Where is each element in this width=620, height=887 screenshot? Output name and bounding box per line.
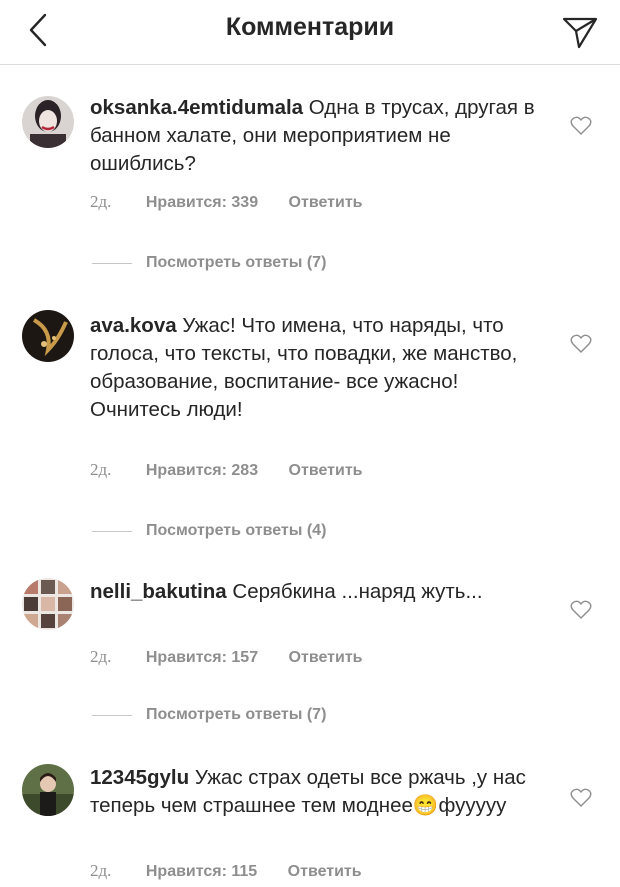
avatar[interactable] — [22, 764, 74, 816]
heart-icon[interactable] — [570, 788, 592, 808]
reply-button[interactable]: Ответить — [289, 462, 363, 479]
comment-body: Серябкина ...наряд жуть... — [232, 580, 483, 603]
reply-button[interactable]: Ответить — [289, 649, 363, 666]
comment-text: 12345gylu Ужас страх одеты все ржачь ,у … — [90, 764, 540, 820]
divider — [92, 530, 132, 532]
avatar[interactable] — [22, 96, 74, 148]
heart-icon[interactable] — [570, 334, 592, 354]
comment-meta: 2д. Нравится: 115 Ответить — [90, 861, 388, 881]
avatar[interactable] — [22, 578, 74, 630]
like-count[interactable]: Нравится: 339 — [146, 194, 258, 211]
comment-meta: 2д. Нравится: 157 Ответить — [90, 647, 388, 667]
header-bar: Комментарии — [0, 0, 620, 65]
comment-meta: 2д. Нравится: 283 Ответить — [90, 460, 388, 480]
page-title: Комментарии — [225, 13, 395, 41]
view-replies-button[interactable]: Посмотреть ответы (7) — [92, 252, 326, 274]
comment-username[interactable]: oksanka.4emtidumala — [90, 96, 303, 119]
view-replies-label: Посмотреть ответы (7) — [146, 254, 327, 271]
comment-username[interactable]: ava.kova — [90, 314, 177, 337]
comment-body-end: фууууу — [438, 794, 507, 817]
comment-username[interactable]: nelli_bakutina — [90, 580, 227, 603]
view-replies-label: Посмотреть ответы (7) — [146, 706, 327, 723]
heart-icon[interactable] — [570, 600, 592, 620]
view-replies-button[interactable]: Посмотреть ответы (7) — [92, 704, 326, 726]
heart-icon[interactable] — [570, 116, 592, 136]
reply-button[interactable]: Ответить — [289, 194, 363, 211]
divider — [92, 714, 132, 716]
like-count[interactable]: Нравится: 157 — [146, 649, 258, 666]
send-button[interactable] — [560, 12, 600, 52]
grinning-emoji-icon: 😁 — [412, 794, 439, 817]
comment-time: 2д. — [90, 460, 112, 479]
view-replies-label: Посмотреть ответы (4) — [146, 522, 327, 539]
comment-meta: 2д. Нравится: 339 Ответить — [90, 192, 388, 212]
view-replies-button[interactable]: Посмотреть ответы (4) — [92, 520, 326, 542]
comment-text: ava.kova Ужас! Что имена, что наряды, чт… — [90, 312, 540, 424]
divider — [92, 262, 132, 264]
comment-time: 2д. — [90, 192, 112, 211]
comment-username[interactable]: 12345gylu — [90, 766, 189, 789]
comment-text: oksanka.4emtidumala Одна в трусах, друга… — [90, 94, 540, 178]
send-icon — [562, 17, 598, 49]
reply-button[interactable]: Ответить — [288, 863, 362, 880]
comment-time: 2д. — [90, 647, 112, 666]
like-count[interactable]: Нравится: 115 — [146, 863, 257, 880]
comment-text: nelli_bakutina Серябкина ...наряд жуть..… — [90, 578, 540, 606]
avatar[interactable] — [22, 310, 74, 362]
like-count[interactable]: Нравится: 283 — [146, 462, 258, 479]
comment-time: 2д. — [90, 861, 112, 880]
